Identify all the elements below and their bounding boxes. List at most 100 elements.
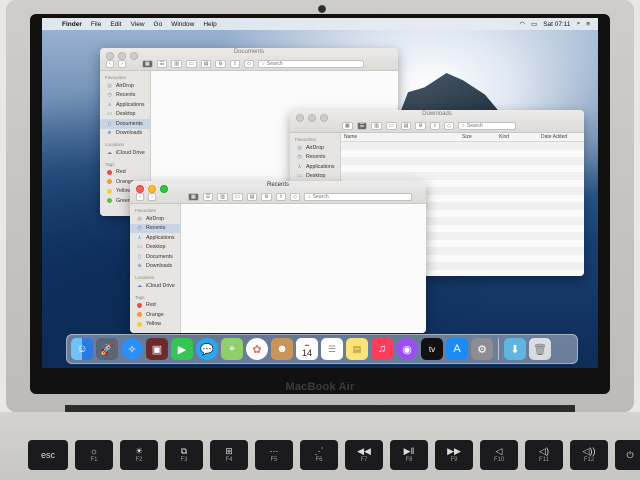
reminders-icon[interactable]: ☰ — [321, 338, 343, 360]
notes-icon[interactable]: ▤ — [346, 338, 368, 360]
tag-button[interactable]: ◇ — [290, 192, 300, 201]
sidebar-tag-orange[interactable]: Orange — [130, 310, 180, 320]
share-button[interactable]: ⇧ — [429, 121, 441, 130]
gallery-view-button[interactable]: ▭ — [385, 121, 397, 130]
column-date-added[interactable]: Date Added — [541, 134, 567, 140]
tag-button[interactable]: ◇ — [244, 59, 254, 68]
sidebar-item-airdrop[interactable]: ◎ AirDrop — [290, 143, 340, 153]
key-f8[interactable]: ▶‖ F8 — [390, 440, 428, 470]
sidebar-tag-red[interactable]: Red — [100, 168, 150, 178]
sidebar-item-documents[interactable]: ▯ Documents — [130, 252, 180, 262]
sidebar-item-airdrop[interactable]: ◎ AirDrop — [100, 81, 150, 91]
list-view-button[interactable]: ☰ — [356, 121, 368, 130]
tv-icon[interactable]: tv — [421, 338, 443, 360]
sidebar-item-applications[interactable]: ⅄ Applications — [130, 233, 180, 243]
tag-button[interactable]: ◇ — [444, 121, 454, 130]
back-button[interactable]: ‹ — [106, 59, 114, 68]
action-button[interactable]: ⚙ — [215, 59, 226, 68]
key-power[interactable]: ⏻ — [615, 440, 640, 470]
group-button[interactable]: ▤ — [246, 192, 258, 201]
key-f2[interactable]: ☀ F2 — [120, 440, 158, 470]
podcasts-icon[interactable]: ◉ — [396, 338, 418, 360]
table-row[interactable] — [341, 165, 584, 173]
group-button[interactable]: ▤ — [200, 59, 212, 68]
action-button[interactable]: ⚙ — [415, 121, 426, 130]
sidebar-item-recents[interactable]: ◷ Recents — [100, 91, 150, 101]
forward-button[interactable]: › — [118, 59, 126, 68]
group-button[interactable]: ▤ — [400, 121, 412, 130]
search-input[interactable] — [312, 193, 396, 200]
search-field[interactable]: ⌕ — [303, 192, 412, 201]
back-button[interactable]: ‹ — [136, 192, 144, 201]
icon-view-button[interactable]: ▦ — [188, 192, 199, 201]
search-field[interactable]: ⌕ — [457, 121, 516, 130]
key-esc[interactable]: esc — [28, 440, 68, 470]
sidebar-item-downloads[interactable]: ⊕ Downloads — [130, 262, 180, 272]
key-f12[interactable]: ◁)) F12 — [570, 440, 608, 470]
key-f1[interactable]: ☼ F1 — [75, 440, 113, 470]
launchpad-icon[interactable]: 🚀 — [96, 338, 118, 360]
gallery-view-button[interactable]: ▭ — [231, 192, 243, 201]
table-row[interactable] — [341, 172, 584, 180]
downloads-folder-icon[interactable]: ⬇ — [504, 338, 526, 360]
music-icon[interactable]: ♫ — [371, 338, 393, 360]
key-f9[interactable]: ▶▶ F9 — [435, 440, 473, 470]
gear-icon[interactable]: ⚙ — [471, 338, 493, 360]
sidebar-item-applications[interactable]: ⅄ Applications — [290, 162, 340, 172]
column-size[interactable]: Size — [462, 134, 499, 140]
menu-clock[interactable]: Sat 07:11 — [543, 21, 570, 28]
facetime-icon[interactable]: ▶ — [171, 338, 193, 360]
share-button[interactable]: ⇧ — [275, 192, 287, 201]
menu-view[interactable]: View — [131, 21, 145, 28]
messages-icon[interactable]: 💬 — [196, 338, 218, 360]
sidebar-item-airdrop[interactable]: ◎ AirDrop — [130, 214, 180, 224]
menu-window[interactable]: Window — [171, 21, 194, 28]
sidebar-item-downloads[interactable]: ⊕ Downloads — [100, 129, 150, 139]
sidebar-item-documents[interactable]: ▯ Documents — [100, 119, 150, 129]
sidebar-item-recents[interactable]: ◷ Recents — [130, 223, 180, 233]
finder-icon[interactable]: ☺ — [71, 338, 93, 360]
gallery-view-button[interactable]: ▭ — [185, 59, 197, 68]
action-button[interactable]: ⚙ — [261, 192, 272, 201]
key-f11[interactable]: ◁) F11 — [525, 440, 563, 470]
table-row[interactable] — [341, 142, 584, 150]
search-icon[interactable]: ⌕ — [577, 20, 581, 28]
search-field[interactable]: ⌕ — [257, 59, 364, 68]
sidebar-tag-red[interactable]: Red — [130, 301, 180, 311]
key-f4[interactable]: ⊞ F4 — [210, 440, 248, 470]
key-f10[interactable]: ◁ F10 — [480, 440, 518, 470]
sidebar-item-icloud[interactable]: ☁ iCloud Drive — [100, 148, 150, 158]
window-titlebar[interactable]: Downloads ▦ ☰ ▥ ▭ ▤ ⚙ ⇧ ◇ ⌕ — [290, 110, 584, 133]
menu-app-name[interactable]: Finder — [62, 21, 82, 28]
sidebar-item-icloud[interactable]: ☁ iCloud Drive — [130, 281, 180, 291]
menu-go[interactable]: Go — [154, 21, 163, 28]
key-f7[interactable]: ◀◀ F7 — [345, 440, 383, 470]
file-area[interactable] — [181, 204, 426, 333]
key-f3[interactable]: ⧉ F3 — [165, 440, 203, 470]
list-view-button[interactable]: ☰ — [202, 192, 214, 201]
menu-file[interactable]: File — [91, 21, 101, 28]
icon-view-button[interactable]: ▦ — [342, 121, 353, 130]
column-kind[interactable]: Kind — [499, 134, 541, 140]
icon-view-button[interactable]: ▦ — [142, 59, 153, 68]
window-titlebar[interactable]: Recents ‹ › ▦ ☰ ▥ ▭ ▤ ⚙ ⇧ ◇ ⌕ — [130, 181, 426, 204]
sidebar-item-desktop[interactable]: ▭ Desktop — [100, 110, 150, 120]
search-input[interactable] — [266, 60, 348, 67]
sidebar-tag-yellow[interactable]: Yellow — [130, 320, 180, 330]
maps-icon[interactable]: ⌖ — [221, 338, 243, 360]
table-row[interactable] — [341, 150, 584, 158]
window-titlebar[interactable]: Documents ‹ › ▦ ☰ ▥ ▭ ▤ ⚙ ⇧ ◇ ⌕ — [100, 48, 398, 71]
column-name[interactable]: Name — [341, 134, 462, 140]
table-row[interactable] — [341, 157, 584, 165]
menu-edit[interactable]: Edit — [110, 21, 121, 28]
menu-help[interactable]: Help — [203, 21, 216, 28]
contacts-icon[interactable]: ☻ — [271, 338, 293, 360]
key-f6[interactable]: ⋰ F6 — [300, 440, 338, 470]
calendar-icon[interactable]: ▬ 14 — [296, 338, 318, 360]
sidebar-item-applications[interactable]: ⅄ Applications — [100, 100, 150, 110]
trash-icon[interactable]: 🗑 — [529, 338, 551, 360]
safari-icon[interactable]: ✧ — [121, 338, 143, 360]
search-input[interactable] — [466, 122, 510, 129]
sidebar-item-recents[interactable]: ◷ Recents — [290, 153, 340, 163]
photos-icon[interactable]: ✿ — [246, 338, 268, 360]
